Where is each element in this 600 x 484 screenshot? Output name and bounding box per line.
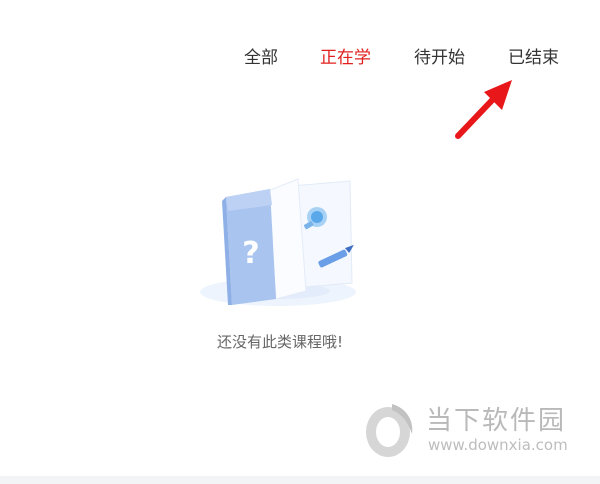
tab-learning[interactable]: 正在学	[320, 44, 371, 72]
watermark-title: 当下软件园	[426, 406, 567, 436]
watermark-logo-icon	[366, 404, 413, 457]
bottom-bar	[0, 476, 600, 484]
red-arrow-icon	[455, 80, 512, 139]
watermark: 当下软件园 www.downxia.com	[360, 396, 590, 464]
tab-upcoming[interactable]: 待开始	[414, 44, 465, 72]
tab-all[interactable]: 全部	[244, 44, 278, 72]
empty-message: 还没有此类课程哦!	[216, 333, 343, 351]
tab-finished[interactable]: 已结束	[508, 44, 559, 72]
empty-book-icon: ?	[200, 178, 356, 306]
svg-text:?: ?	[242, 236, 259, 271]
empty-state: ? 还没有此类课程哦!	[150, 165, 420, 365]
course-tabs: 全部 正在学 待开始 已结束	[0, 44, 600, 74]
watermark-url: www.downxia.com	[428, 436, 568, 454]
